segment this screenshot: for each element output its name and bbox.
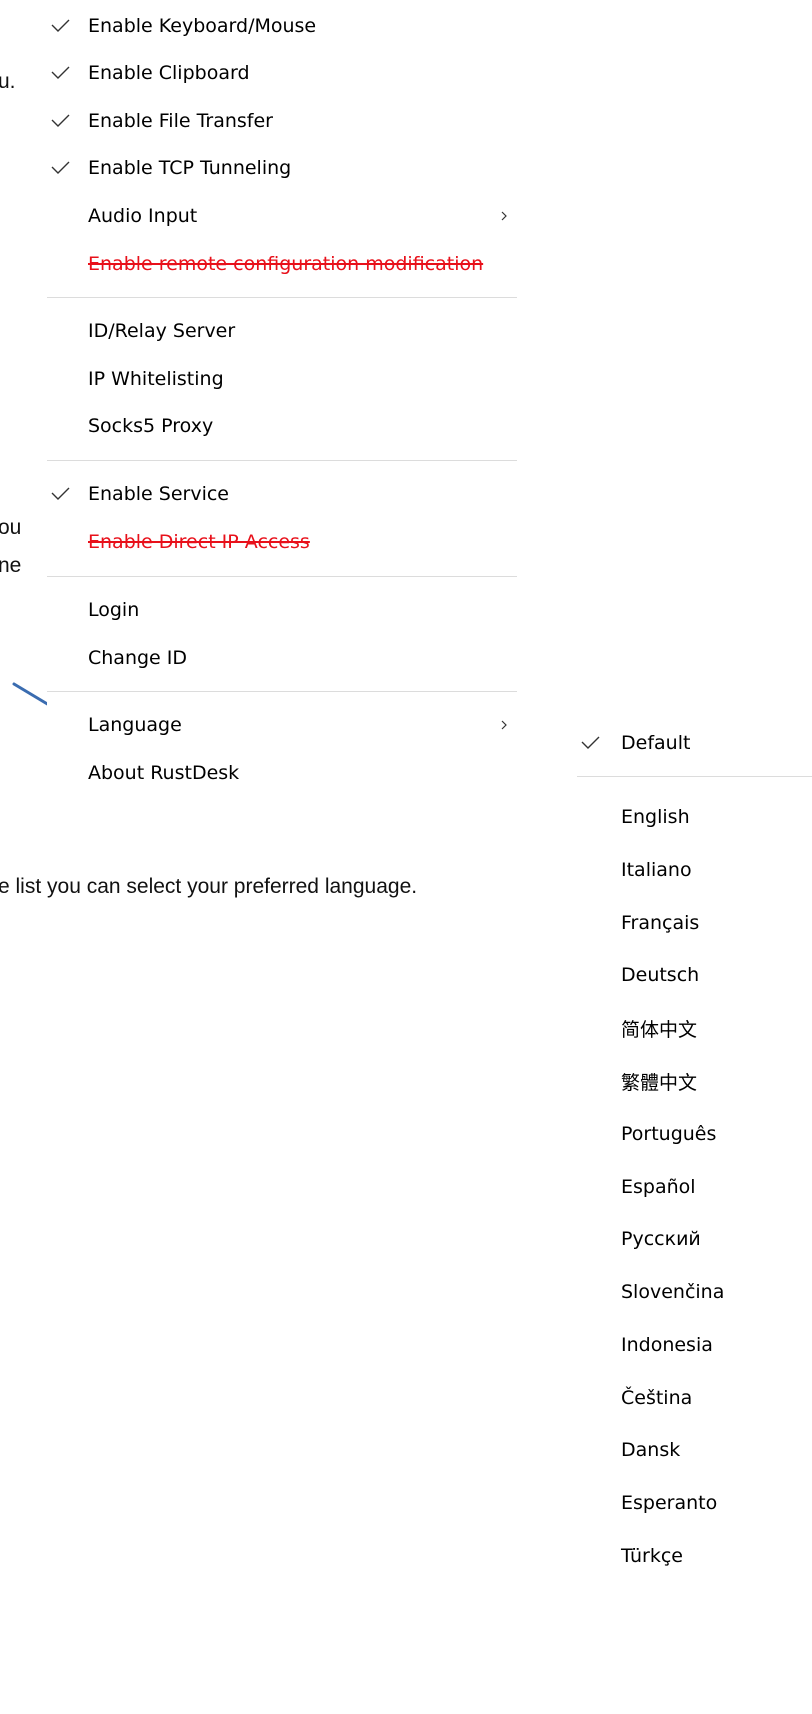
menu-item-audio-input[interactable]: Audio Input xyxy=(47,198,517,234)
language-item-dansk[interactable]: Dansk xyxy=(577,1432,812,1468)
language-item-label: Deutsch xyxy=(621,964,700,986)
language-item-label: Esperanto xyxy=(621,1492,718,1514)
language-item-label: 简体中文 xyxy=(621,1018,698,1041)
menu-item-label: Change ID xyxy=(88,647,188,669)
menu-item-label: Enable File Transfer xyxy=(88,110,273,132)
menu-item-enable-remote-configuration-modification[interactable]: Enable remote configuration modification xyxy=(47,246,517,282)
menu-item-about-rustdesk[interactable]: About RustDesk xyxy=(47,755,517,791)
language-item-esperanto[interactable]: Esperanto xyxy=(577,1485,812,1521)
menu-item-label: Enable Clipboard xyxy=(88,62,250,84)
menu-separator xyxy=(47,576,517,577)
check-icon xyxy=(581,736,600,749)
menu-item-label: ID/Relay Server xyxy=(88,320,236,342)
check-icon xyxy=(51,114,70,127)
language-item-label: Português xyxy=(621,1123,717,1145)
menu-item-label: Login xyxy=(88,599,140,621)
menu-separator xyxy=(47,691,517,692)
language-item-label: Türkçe xyxy=(621,1545,683,1567)
language-item-russian[interactable]: Русский xyxy=(577,1221,812,1257)
language-item-espanol[interactable]: Español xyxy=(577,1169,812,1205)
language-item-italiano[interactable]: Italiano xyxy=(577,852,812,888)
menu-item-enable-service[interactable]: Enable Service xyxy=(47,476,517,512)
language-item-label: Čeština xyxy=(621,1387,693,1409)
menu-item-enable-tcp-tunneling[interactable]: Enable TCP Tunneling xyxy=(47,150,517,186)
background-text-fragment: u. xyxy=(0,70,16,93)
language-item-francais[interactable]: Français xyxy=(577,905,812,941)
language-item-portugues[interactable]: Português xyxy=(577,1116,812,1152)
menu-item-label: Language xyxy=(88,714,182,736)
menu-item-label: Enable Direct IP Access xyxy=(88,531,310,553)
check-icon xyxy=(51,487,70,500)
menu-item-enable-keyboard-mouse[interactable]: Enable Keyboard/Mouse xyxy=(47,8,517,44)
menu-item-label: Audio Input xyxy=(88,205,198,227)
language-item-indonesia[interactable]: Indonesia xyxy=(577,1327,812,1363)
menu-item-login[interactable]: Login xyxy=(47,592,517,628)
language-item-label: Indonesia xyxy=(621,1334,713,1356)
language-item-label: English xyxy=(621,806,690,828)
language-item-label: Français xyxy=(621,912,700,934)
menu-item-label: IP Whitelisting xyxy=(88,368,224,390)
menu-item-id-relay-server[interactable]: ID/Relay Server xyxy=(47,313,517,349)
check-icon xyxy=(51,19,70,32)
language-item-traditional-chinese[interactable]: 繁體中文 xyxy=(577,1063,812,1099)
menu-item-enable-direct-ip-access[interactable]: Enable Direct IP Access xyxy=(47,524,517,560)
check-icon xyxy=(51,161,70,174)
language-item-slovencina[interactable]: Slovenčina xyxy=(577,1274,812,1310)
menu-item-enable-clipboard[interactable]: Enable Clipboard xyxy=(47,55,517,91)
language-item-simplified-chinese[interactable]: 简体中文 xyxy=(577,1010,812,1046)
language-item-turkce[interactable]: Türkçe xyxy=(577,1538,812,1574)
menu-item-label: Enable Keyboard/Mouse xyxy=(88,15,317,37)
menu-item-label: About RustDesk xyxy=(88,762,240,784)
menu-item-label: Enable Service xyxy=(88,483,229,505)
background-text-fragment: ne xyxy=(0,554,22,577)
menu-separator xyxy=(47,297,517,298)
language-item-label: 繁體中文 xyxy=(621,1071,698,1094)
language-item-default[interactable]: Default xyxy=(577,725,812,761)
menu-item-change-id[interactable]: Change ID xyxy=(47,640,517,676)
language-item-label: Slovenčina xyxy=(621,1281,725,1303)
menu-item-label: Socks5 Proxy xyxy=(88,415,214,437)
context-menu: Enable Keyboard/Mouse Enable Clipboard E… xyxy=(47,0,517,812)
language-item-label: Italiano xyxy=(621,859,692,881)
chevron-right-icon xyxy=(501,720,507,730)
language-item-english[interactable]: English xyxy=(577,799,812,835)
menu-item-ip-whitelisting[interactable]: IP Whitelisting xyxy=(47,361,517,397)
chevron-right-icon xyxy=(501,211,507,221)
menu-item-enable-file-transfer[interactable]: Enable File Transfer xyxy=(47,103,517,139)
menu-item-label: Enable TCP Tunneling xyxy=(88,157,292,179)
language-item-deutsch[interactable]: Deutsch xyxy=(577,957,812,993)
background-text-fragment: ou xyxy=(0,516,22,539)
menu-separator xyxy=(47,460,517,461)
menu-item-label: Enable remote configuration modification xyxy=(88,253,484,275)
language-item-label: Русский xyxy=(621,1228,701,1250)
menu-item-language[interactable]: Language xyxy=(47,707,517,743)
background-text-fragment: e list you can select your preferred lan… xyxy=(0,875,418,898)
language-submenu: Default English Italiano Français Deutsc… xyxy=(577,714,812,1714)
menu-item-socks5-proxy[interactable]: Socks5 Proxy xyxy=(47,408,517,444)
menu-separator xyxy=(577,776,812,777)
language-item-label: Español xyxy=(621,1176,696,1198)
check-icon xyxy=(51,66,70,79)
language-item-cestina[interactable]: Čeština xyxy=(577,1380,812,1416)
language-item-label: Default xyxy=(621,732,691,754)
language-item-label: Dansk xyxy=(621,1439,681,1461)
